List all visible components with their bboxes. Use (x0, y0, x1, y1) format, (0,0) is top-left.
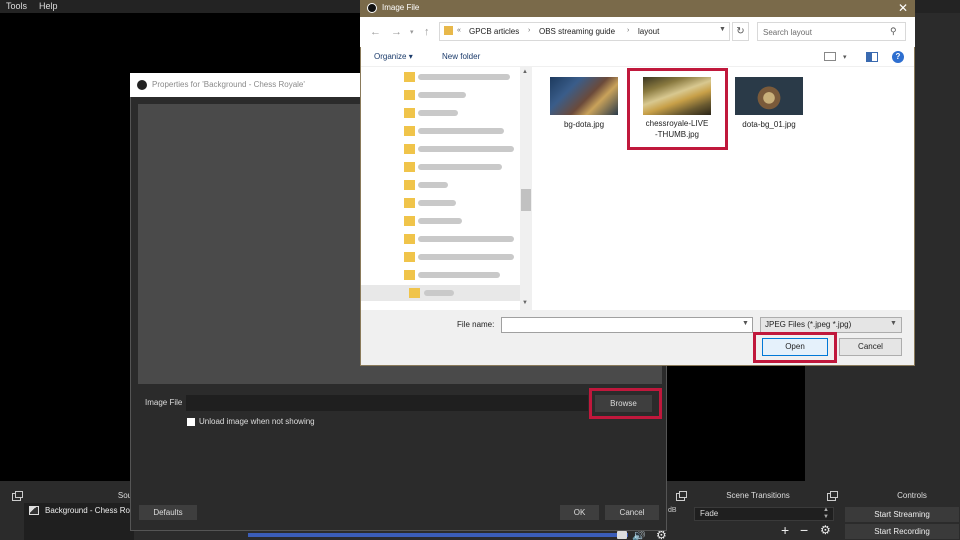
remove-icon[interactable]: − (800, 522, 808, 538)
file-thumbnail[interactable] (550, 77, 618, 115)
folder-icon (444, 26, 453, 35)
tree-item-blurred[interactable] (418, 110, 458, 116)
cancel-button[interactable]: Cancel (839, 338, 902, 356)
chevron-down-icon[interactable]: ▼ (890, 320, 897, 327)
chevron-down-icon: ▾ (408, 52, 413, 61)
undock-icon[interactable] (827, 491, 838, 501)
add-icon[interactable]: + (781, 522, 789, 538)
file-dialog-title: Image File (382, 3, 420, 12)
chevron-down-icon[interactable]: ▼ (742, 320, 749, 327)
folder-icon (404, 162, 415, 172)
breadcrumb-item[interactable]: GPCB articles (469, 27, 519, 36)
tree-item-blurred[interactable] (418, 236, 514, 242)
volume-slider[interactable] (248, 533, 628, 537)
start-recording-button[interactable]: Start Recording (845, 524, 959, 539)
menu-help[interactable]: Help (39, 1, 58, 11)
spinner-arrows-icon[interactable]: ▲ ▼ (823, 507, 829, 521)
scroll-up-icon[interactable]: ▲ (522, 69, 528, 75)
volume-slider-handle[interactable] (617, 531, 627, 539)
tree-item-blurred[interactable] (418, 146, 514, 152)
file-name-input[interactable] (501, 317, 753, 333)
search-icon: ⚲ (890, 26, 897, 36)
folder-icon (404, 216, 415, 226)
folder-icon (404, 252, 415, 262)
folder-icon (404, 234, 415, 244)
back-arrow-icon[interactable]: ← (370, 26, 381, 38)
file-type-value: JPEG Files (*.jpeg *.jpg) (765, 320, 852, 329)
unload-label[interactable]: Unload image when not showing (199, 417, 315, 426)
close-icon[interactable]: ✕ (898, 1, 908, 15)
ok-button[interactable]: OK (560, 505, 599, 520)
breadcrumb-item[interactable]: layout (638, 27, 659, 36)
scrollbar-thumb[interactable] (521, 189, 531, 211)
tree-item-blurred[interactable] (418, 182, 448, 188)
file-label[interactable]: bg-dota.jpg (550, 120, 618, 129)
breadcrumb-item[interactable]: OBS streaming guide (539, 27, 615, 36)
tree-item-blurred[interactable] (418, 128, 504, 134)
folder-icon (404, 90, 415, 100)
tree-item-blurred[interactable] (418, 74, 510, 80)
undock-icon[interactable] (676, 491, 687, 501)
open-highlight-box (753, 332, 837, 363)
new-folder-button[interactable]: New folder (442, 52, 480, 61)
tree-item-blurred[interactable] (418, 164, 502, 170)
file-label[interactable]: dota-bg_01.jpg (730, 120, 808, 129)
defaults-button[interactable]: Defaults (139, 505, 197, 520)
forward-arrow-icon[interactable]: → (391, 26, 402, 38)
scene-transitions-dock-title: Scene Transitions (726, 491, 790, 500)
image-source-icon (29, 506, 39, 515)
selected-file-highlight-box (627, 68, 728, 150)
obs-logo-icon (367, 3, 377, 13)
scroll-down-icon[interactable]: ▼ (522, 300, 528, 306)
help-icon[interactable]: ? (892, 51, 904, 63)
mixer-db-fragment: dB (668, 507, 677, 514)
chevron-down-icon[interactable]: ▾ (843, 53, 847, 61)
menu-tools[interactable]: Tools (6, 1, 27, 11)
unload-checkbox[interactable] (187, 418, 195, 426)
cancel-button[interactable]: Cancel (605, 505, 659, 520)
tree-item-blurred[interactable] (418, 272, 500, 278)
file-dialog-titlebar (360, 0, 915, 17)
properties-title: Properties for 'Background - Chess Royal… (152, 80, 305, 89)
tree-item-blurred[interactable] (418, 200, 456, 206)
organize-label: Organize (374, 52, 407, 61)
gear-icon[interactable]: ⚙ (820, 523, 831, 537)
tree-item-blurred[interactable] (418, 92, 466, 98)
tree-item-blurred[interactable] (418, 218, 462, 224)
organize-button[interactable]: Organize ▾ (374, 52, 413, 61)
chevron-down-icon[interactable]: ▼ (719, 26, 726, 33)
tree-item-blurred[interactable] (424, 290, 454, 296)
file-name-label: File name: (457, 320, 495, 329)
transition-value: Fade (700, 509, 719, 518)
image-file-label: Image File (145, 398, 183, 407)
folder-icon (404, 108, 415, 118)
obs-logo-icon (137, 80, 147, 90)
up-arrow-icon[interactable]: ↑ (424, 26, 430, 38)
folder-icon (404, 144, 415, 154)
browse-highlight-box (589, 388, 662, 419)
folder-icon (404, 126, 415, 136)
file-thumbnail[interactable] (735, 77, 803, 115)
breadcrumb-overflow[interactable]: « (457, 27, 461, 34)
chevron-right-icon[interactable]: › (528, 27, 530, 34)
source-item-label[interactable]: Background - Chess Roy (45, 506, 134, 515)
folder-icon (404, 270, 415, 280)
image-file-input[interactable] (186, 395, 588, 411)
folder-icon (404, 198, 415, 208)
chevron-right-icon[interactable]: › (627, 27, 629, 34)
start-streaming-button[interactable]: Start Streaming (845, 507, 959, 522)
controls-dock-title: Controls (897, 491, 927, 500)
folder-icon (404, 72, 415, 82)
folder-icon (404, 180, 415, 190)
tree-item-blurred[interactable] (418, 254, 514, 260)
refresh-icon[interactable]: ↻ (732, 22, 749, 41)
search-placeholder: Search layout (763, 28, 812, 37)
folder-icon (409, 288, 420, 298)
preview-pane-icon[interactable] (866, 52, 878, 62)
undock-icon[interactable] (12, 491, 23, 501)
view-options-icon[interactable] (824, 52, 836, 61)
recent-dropdown-icon[interactable]: ▾ (410, 28, 414, 36)
